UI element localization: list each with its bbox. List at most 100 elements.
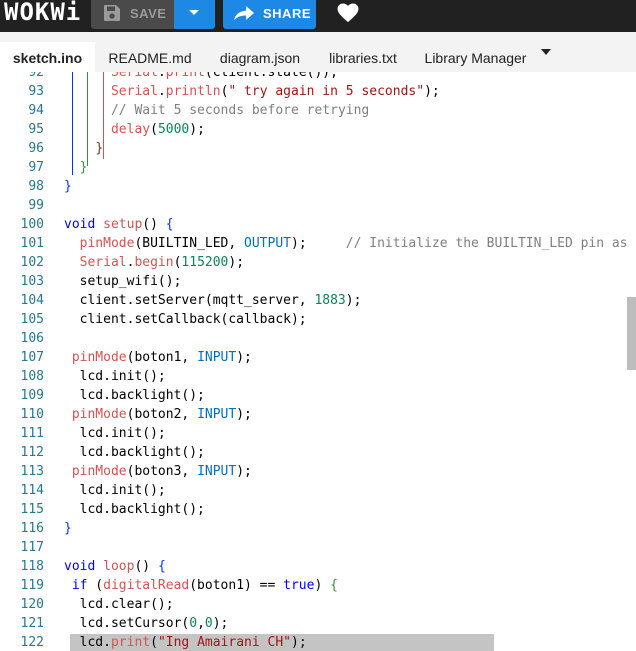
code-line[interactable]: 107 pinMode(boton1, INPUT);: [0, 348, 636, 367]
code-line[interactable]: 117: [0, 538, 636, 557]
line-number: 112: [20, 445, 44, 460]
code-token: INPUT: [197, 350, 237, 365]
line-number: 115: [20, 502, 44, 517]
heart-icon[interactable]: [337, 3, 359, 23]
code-line[interactable]: 116}: [0, 519, 636, 538]
tab-readme-md[interactable]: README.md: [100, 42, 200, 72]
code-line[interactable]: 110 pinMode(boton2, INPUT);: [0, 405, 636, 424]
code-line[interactable]: 114 lcd.init();: [0, 481, 636, 500]
code-line[interactable]: 98}: [0, 177, 636, 196]
code-text: }: [64, 177, 72, 196]
save-button[interactable]: SAVE: [91, 0, 174, 29]
code-token: begin: [134, 255, 174, 270]
code-text: client.setCallback(callback);: [64, 310, 307, 329]
code-token: ,: [197, 616, 205, 631]
more-tabs-caret-icon[interactable]: [541, 49, 551, 55]
code-line[interactable]: 112 lcd.backlight();: [0, 443, 636, 462]
line-number: 98: [28, 179, 44, 194]
code-line[interactable]: 111 lcd.init();: [0, 424, 636, 443]
code-token: void: [64, 217, 96, 232]
code-line[interactable]: 100 void setup() {: [0, 215, 636, 234]
tab-library-manager[interactable]: Library Manager: [418, 42, 533, 72]
line-number: 95: [28, 122, 44, 137]
line-number: 105: [20, 312, 44, 327]
code-line[interactable]: 93 Serial.println(" try again in 5 secon…: [0, 82, 636, 101]
code-token: print: [110, 635, 151, 650]
code-token: (boton2,: [126, 407, 198, 422]
code-editor[interactable]: 92 Serial.print(client.state()); 93 Seria…: [0, 72, 636, 651]
code-line[interactable]: 99: [0, 196, 636, 215]
line-number: 104: [20, 293, 44, 308]
code-text: void loop() {: [64, 557, 166, 576]
code-line[interactable]: 113 pinMode(boton3, INPUT);: [0, 462, 636, 481]
code-line[interactable]: 105 client.setCallback(callback);: [0, 310, 636, 329]
code-text: client.setServer(mqtt_server, 1883);: [64, 291, 362, 310]
code-line[interactable]: 115 lcd.backlight();: [0, 500, 636, 519]
wokwi-logo[interactable]: WOKWi: [4, 0, 81, 26]
code-line[interactable]: 119 if (digitalRead(boton1) == true) {: [0, 576, 636, 595]
vertical-scrollbar-thumb[interactable]: [627, 297, 636, 370]
code-line[interactable]: 122 lcd.print("Ing Amairani CH");: [0, 633, 636, 651]
code-line[interactable]: 94 // Wait 5 seconds before retrying: [0, 101, 636, 120]
save-options-dropdown-button[interactable]: [174, 0, 215, 29]
code-token: }: [64, 521, 72, 536]
line-number: 110: [20, 407, 44, 422]
code-token: (boton1,: [126, 350, 198, 365]
code-line[interactable]: 118 void loop() {: [0, 557, 636, 576]
code-token: 115200: [181, 255, 229, 270]
share-button[interactable]: SHARE: [223, 0, 316, 29]
code-token: lcd.init();: [64, 426, 166, 441]
code-line[interactable]: 109 lcd.backlight();: [0, 386, 636, 405]
code-token: loop: [103, 559, 135, 574]
code-token: Serial: [79, 255, 127, 270]
code-token: setup: [103, 217, 143, 232]
line-number: 101: [20, 236, 44, 251]
code-token: void: [64, 559, 96, 574]
line-number: 114: [20, 483, 44, 498]
code-text: lcd.print("Ing Amairani CH");: [64, 633, 307, 651]
line-number: 92: [28, 72, 44, 80]
code-text: Serial.println(" try again in 5 seconds"…: [64, 82, 440, 101]
line-number: 118: [20, 559, 44, 574]
code-token: (boton3,: [126, 464, 198, 479]
line-number: 111: [20, 426, 44, 441]
code-line[interactable]: 104 client.setServer(mqtt_server, 1883);: [0, 291, 636, 310]
line-number: 106: [20, 331, 44, 346]
tab-diagram-json[interactable]: diagram.json: [210, 42, 310, 72]
code-line[interactable]: 95 delay(5000);: [0, 120, 636, 139]
line-number: 94: [28, 103, 44, 118]
code-token: client.setCallback(callback);: [64, 312, 307, 327]
code-text: Serial.begin(115200);: [64, 253, 244, 272]
code-token: );: [291, 635, 307, 650]
code-line[interactable]: 120 lcd.clear();: [0, 595, 636, 614]
code-line[interactable]: 97 }: [0, 158, 636, 177]
code-token: (boton1) ==: [189, 578, 284, 593]
code-token: );: [291, 236, 346, 251]
code-token: );: [236, 350, 252, 365]
line-number: 121: [20, 616, 44, 631]
code-line[interactable]: 108 lcd.init();: [0, 367, 636, 386]
code-line[interactable]: 96 }: [0, 139, 636, 158]
code-line[interactable]: 103 setup_wifi();: [0, 272, 636, 291]
code-line[interactable]: 106: [0, 329, 636, 348]
code-line[interactable]: 101 pinMode(BUILTIN_LED, OUTPUT); // Ini…: [0, 234, 636, 253]
code-token: // Initialize the BUILTIN_LED pin as an …: [345, 236, 636, 251]
code-text: lcd.init();: [64, 367, 166, 386]
code-line[interactable]: 121 lcd.setCursor(0,0);: [0, 614, 636, 633]
code-token: lcd.setCursor(: [64, 616, 190, 631]
code-line[interactable]: 102 Serial.begin(115200);: [0, 253, 636, 272]
code-text: Serial.print(client.state());: [64, 72, 338, 82]
code-token: lcd.init();: [64, 369, 166, 384]
line-number: 119: [20, 578, 44, 593]
code-line[interactable]: 92 Serial.print(client.state());: [0, 72, 636, 82]
code-token: 5000: [157, 122, 190, 137]
tab-libraries-txt[interactable]: libraries.txt: [318, 42, 408, 72]
code-token: {: [157, 559, 166, 574]
tab-sketch-ino[interactable]: sketch.ino: [0, 42, 95, 72]
